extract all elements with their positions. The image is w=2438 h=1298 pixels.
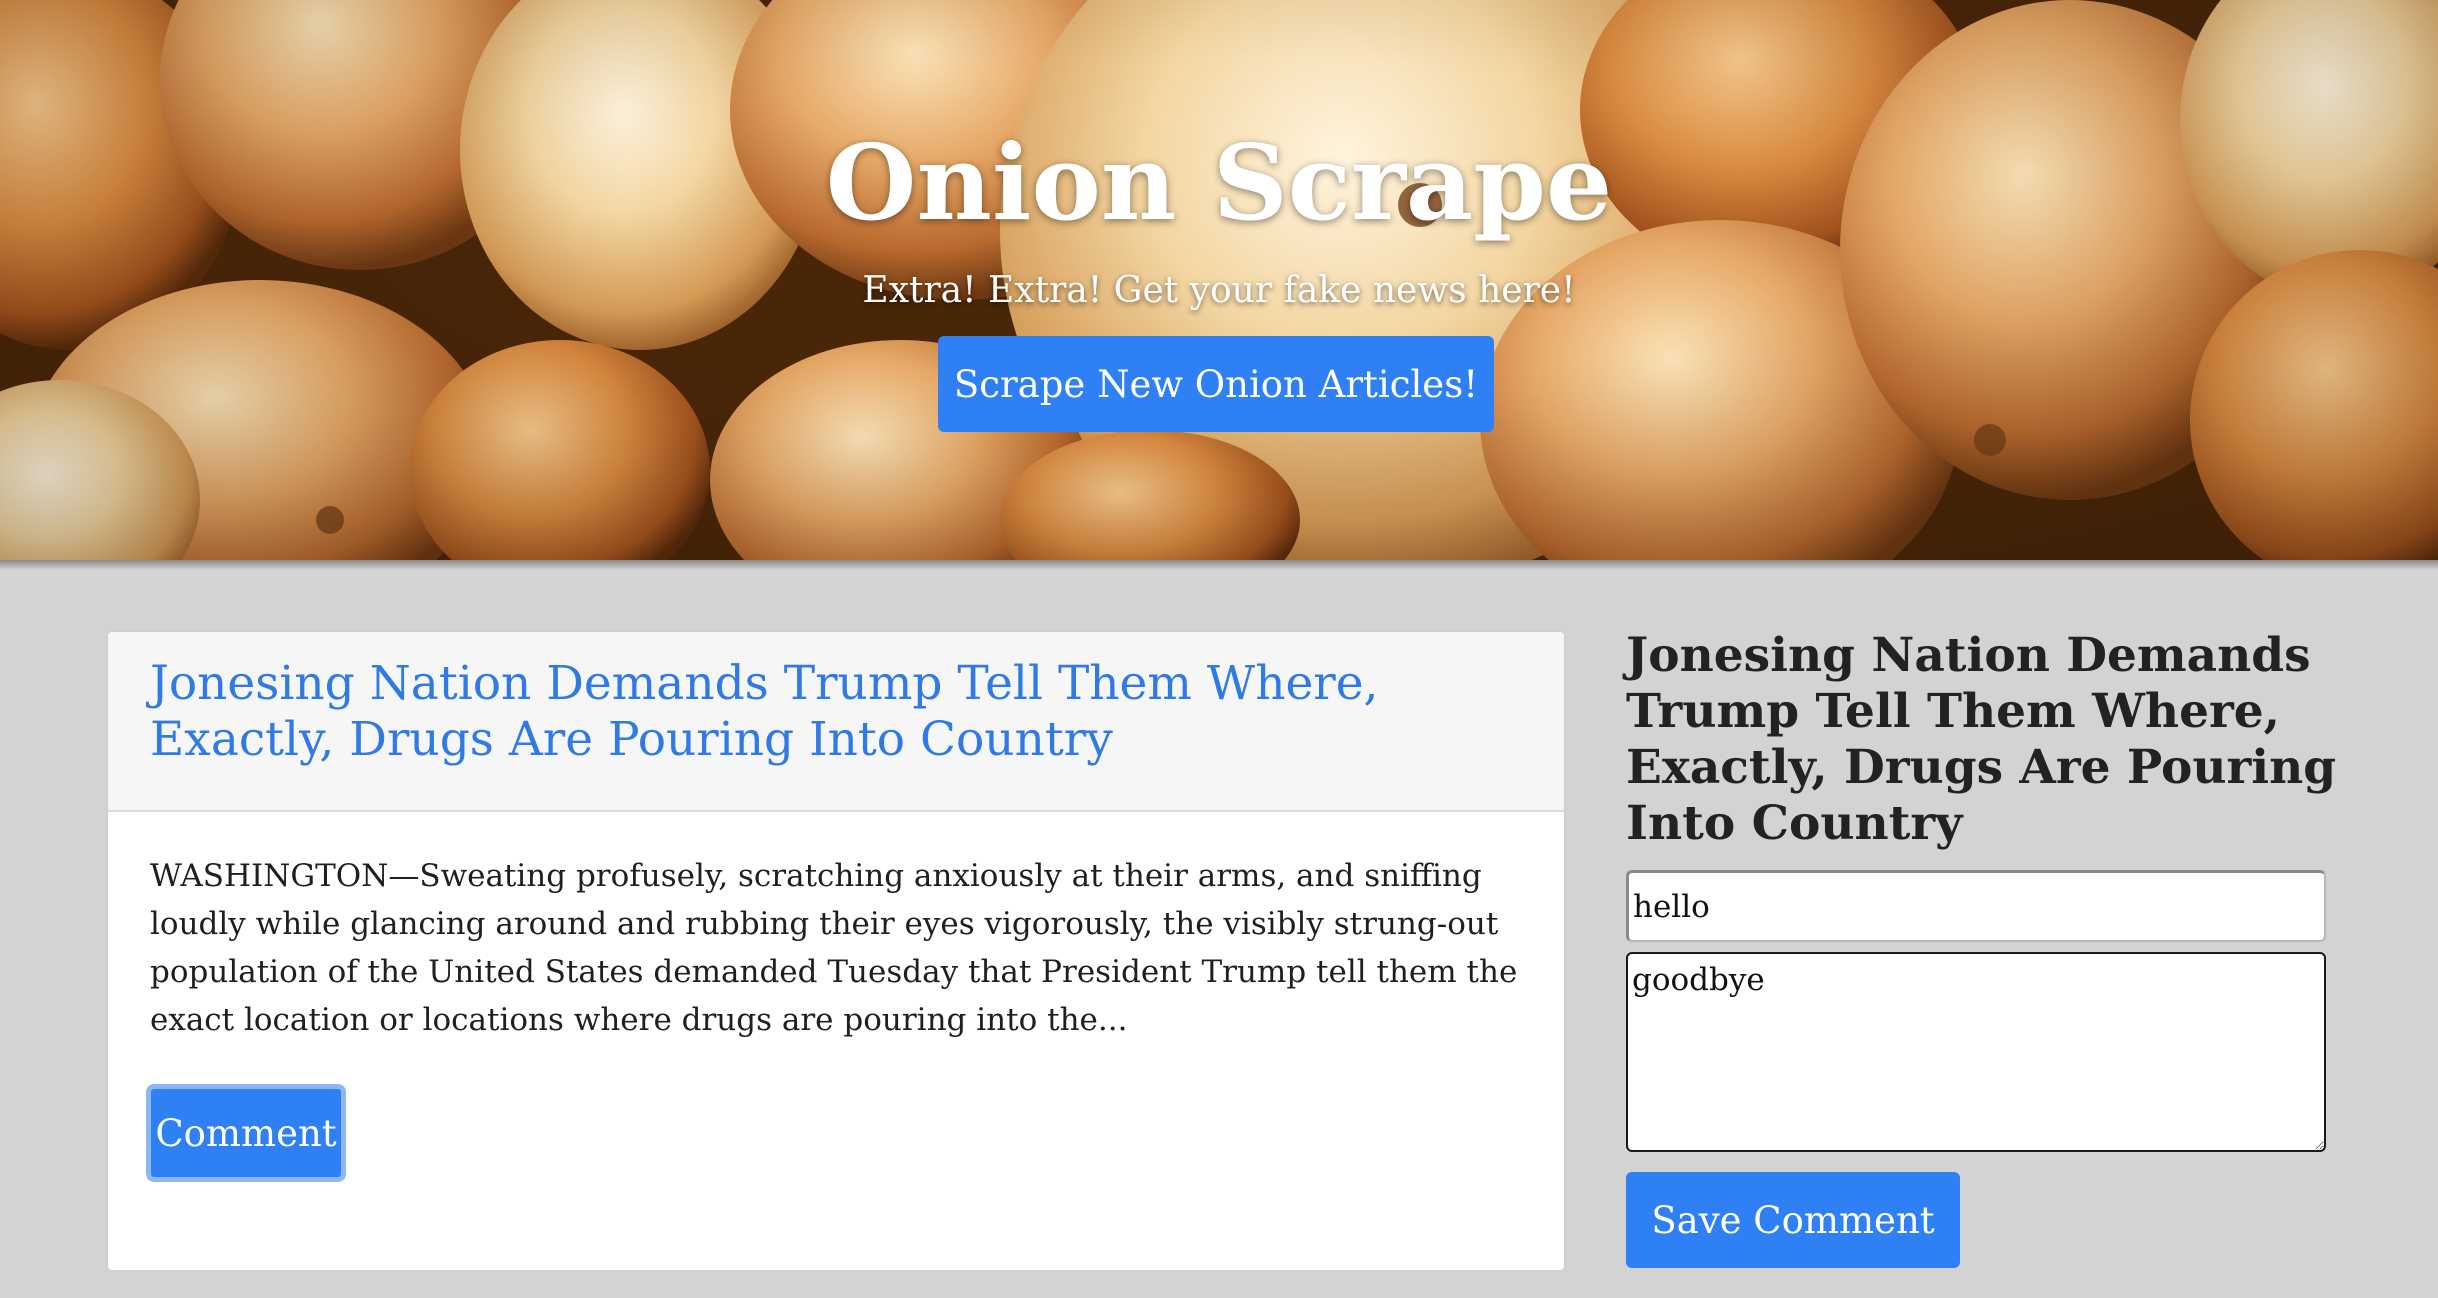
article-title-link[interactable]: Jonesing Nation Demands Trump Tell Them …	[150, 656, 1530, 768]
comment-title-input[interactable]	[1626, 870, 2326, 942]
site-tagline: Extra! Extra! Get your fake news here!	[862, 270, 1576, 311]
save-comment-button[interactable]: Save Comment	[1626, 1172, 1960, 1268]
article-summary: WASHINGTON—Sweating profusely, scratchin…	[150, 858, 1518, 1038]
site-title: Onion Scrape	[825, 121, 1613, 244]
article-card-header: Jonesing Nation Demands Trump Tell Them …	[108, 632, 1564, 812]
comment-panel-article-title: Jonesing Nation Demands Trump Tell Them …	[1626, 628, 2337, 851]
hero-banner: Onion Scrape Extra! Extra! Get your fake…	[0, 0, 2438, 560]
comment-button[interactable]: Comment	[146, 1084, 346, 1182]
scrape-articles-button[interactable]: Scrape New Onion Articles!	[938, 336, 1494, 432]
comment-body-textarea[interactable]: goodbye	[1626, 952, 2326, 1152]
hero-divider-shadow	[0, 560, 2438, 570]
article-card: Jonesing Nation Demands Trump Tell Them …	[106, 630, 1566, 1272]
